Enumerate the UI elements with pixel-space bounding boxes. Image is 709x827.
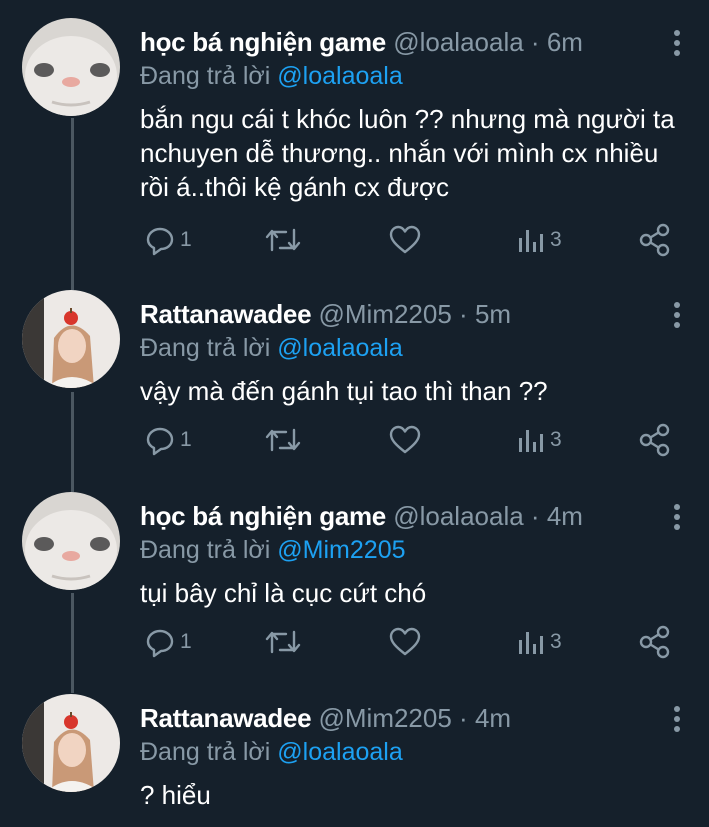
views-button[interactable]: 3	[516, 622, 562, 662]
share-icon	[639, 625, 670, 659]
timestamp[interactable]: 5m	[475, 299, 511, 329]
avatar[interactable]	[22, 290, 120, 388]
replying-to: Đang trả lời @loalaoala	[140, 60, 403, 92]
share-button[interactable]	[638, 220, 672, 260]
action-bar: 1 3	[0, 622, 709, 662]
reply-mention-link[interactable]: @loalaoala	[277, 738, 402, 766]
separator: ·	[530, 27, 540, 57]
heart-icon	[389, 425, 421, 454]
separator: ·	[459, 703, 468, 733]
view-count: 3	[550, 428, 562, 451]
retweet-button[interactable]	[264, 220, 306, 260]
tweet[interactable]: học bá nghiện game @loalaoala · 4m Đang …	[0, 474, 709, 676]
analytics-icon	[519, 430, 543, 452]
more-options-icon[interactable]	[665, 704, 689, 734]
tweet[interactable]: Rattanawadee @Mim2205 · 4m Đang trả lời …	[0, 676, 709, 827]
analytics-icon	[519, 230, 543, 252]
reply-button[interactable]: 1	[144, 420, 192, 460]
user-handle[interactable]: @loalaoala	[393, 27, 523, 57]
replying-label: Đang trả lời	[140, 536, 271, 564]
reply-icon	[146, 227, 174, 256]
reply-count: 1	[180, 630, 192, 653]
tweet-header: Rattanawadee @Mim2205 · 4m	[140, 702, 511, 734]
display-name[interactable]: học bá nghiện game	[140, 501, 386, 531]
tweet[interactable]: Rattanawadee @Mim2205 · 5m Đang trả lời …	[0, 272, 709, 474]
separator: ·	[530, 501, 540, 531]
reply-button[interactable]: 1	[144, 622, 192, 662]
reply-thread: học bá nghiện game @loalaoala · 6m Đang …	[0, 0, 709, 827]
user-handle[interactable]: @Mim2205	[318, 299, 451, 329]
more-options-icon[interactable]	[665, 300, 689, 330]
replying-to: Đang trả lời @loalaoala	[140, 736, 403, 768]
retweet-icon	[265, 630, 301, 654]
analytics-icon	[519, 632, 543, 654]
avatar[interactable]	[22, 18, 120, 116]
tweet-text: bắn ngu cái t khóc luôn ?? nhưng mà ngườ…	[140, 104, 675, 202]
reply-count: 1	[180, 428, 192, 451]
share-icon	[639, 223, 670, 257]
more-options-icon[interactable]	[665, 502, 689, 532]
like-button[interactable]	[388, 420, 426, 460]
replying-to: Đang trả lời @loalaoala	[140, 332, 403, 364]
like-button[interactable]	[388, 622, 426, 662]
retweet-button[interactable]	[264, 622, 306, 662]
heart-icon	[389, 225, 421, 254]
avatar[interactable]	[22, 492, 120, 590]
tweet-text: vậy mà đến gánh tụi tao thì than ??	[140, 376, 548, 406]
view-count: 3	[550, 228, 562, 251]
display-name[interactable]: học bá nghiện game	[140, 27, 386, 57]
replying-label: Đang trả lời	[140, 334, 271, 362]
share-icon	[639, 423, 670, 457]
reply-mention-link[interactable]: @loalaoala	[277, 334, 402, 362]
tweet-header: học bá nghiện game @loalaoala · 4m	[140, 500, 583, 532]
timestamp[interactable]: 4m	[547, 501, 583, 531]
heart-icon	[389, 627, 421, 656]
display-name[interactable]: Rattanawadee	[140, 703, 312, 733]
display-name[interactable]: Rattanawadee	[140, 299, 312, 329]
replying-to: Đang trả lời @Mim2205	[140, 534, 406, 566]
view-count: 3	[550, 630, 562, 653]
user-handle[interactable]: @Mim2205	[318, 703, 451, 733]
views-button[interactable]: 3	[516, 420, 562, 460]
action-bar: 1 3	[0, 220, 709, 260]
share-button[interactable]	[638, 420, 672, 460]
cat-face-avatar-image	[22, 18, 120, 116]
tweet[interactable]: học bá nghiện game @loalaoala · 6m Đang …	[0, 0, 709, 272]
reply-icon	[146, 427, 174, 456]
reply-button[interactable]: 1	[144, 220, 192, 260]
reply-mention-link[interactable]: @Mim2205	[277, 536, 405, 564]
girl-with-apple-avatar-image	[22, 694, 120, 792]
retweet-icon	[265, 228, 301, 252]
reply-mention-link[interactable]: @loalaoala	[277, 62, 402, 90]
user-handle[interactable]: @loalaoala	[393, 501, 523, 531]
separator: ·	[459, 299, 468, 329]
cat-face-avatar-image	[22, 492, 120, 590]
like-button[interactable]	[388, 220, 426, 260]
timestamp[interactable]: 4m	[475, 703, 511, 733]
replying-label: Đang trả lời	[140, 62, 271, 90]
replying-label: Đang trả lời	[140, 738, 271, 766]
girl-with-apple-avatar-image	[22, 290, 120, 388]
retweet-icon	[265, 428, 301, 452]
share-button[interactable]	[638, 622, 672, 662]
avatar[interactable]	[22, 694, 120, 792]
more-options-icon[interactable]	[665, 28, 689, 58]
reply-count: 1	[180, 228, 192, 251]
tweet-header: Rattanawadee @Mim2205 · 5m	[140, 298, 511, 330]
action-bar: 1 3	[0, 420, 709, 460]
views-button[interactable]: 3	[516, 220, 562, 260]
tweet-text: tụi bây chỉ là cục cứt chó	[140, 578, 427, 608]
reply-icon	[146, 629, 174, 658]
timestamp[interactable]: 6m	[547, 27, 583, 57]
tweet-header: học bá nghiện game @loalaoala · 6m	[140, 26, 583, 58]
tweet-text: ? hiểu	[140, 780, 211, 810]
retweet-button[interactable]	[264, 420, 306, 460]
